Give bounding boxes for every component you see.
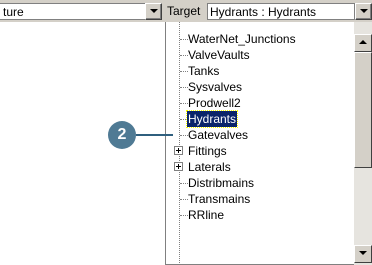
arrow-down-icon [359, 251, 367, 255]
tree-item[interactable]: RRline [166, 207, 351, 223]
scroll-thumb[interactable] [354, 52, 372, 168]
tree-item[interactable]: Laterals [166, 159, 351, 175]
tree-item-label: WaterNet_Junctions [188, 32, 296, 46]
tree-item-label: Fittings [188, 144, 227, 158]
target-dropdown-list[interactable]: WaterNet_Junctions ValveVaults Tanks Sysval… [165, 22, 372, 265]
tree-item-label: Distribmains [188, 176, 255, 190]
callout-pointer-line [136, 134, 173, 136]
plus-box-icon[interactable] [174, 162, 183, 171]
plus-box-icon[interactable] [174, 146, 183, 155]
target-combo-dropdown-button[interactable] [355, 3, 372, 20]
target-combo-value: Hydrants : Hydrants [210, 5, 317, 19]
tree-item[interactable]: Distribmains [166, 175, 351, 191]
chevron-down-icon [150, 9, 158, 13]
callout-number-badge: 2 [108, 121, 136, 149]
tree-item[interactable]: WaterNet_Junctions [166, 31, 351, 47]
tree-item-label: Tanks [188, 64, 220, 78]
target-label: Target [167, 4, 201, 18]
scroll-up-button[interactable] [354, 34, 372, 52]
tree-item-label: RRline [188, 208, 225, 222]
tree-item-label: Hydrants [185, 110, 239, 128]
tree-item[interactable]: Prodwell2 [166, 95, 351, 111]
tree-item-label: Sysvalves [188, 80, 243, 94]
layer-combo-dropdown-button[interactable] [145, 3, 162, 20]
tree-item[interactable]: Tanks [166, 63, 351, 79]
tree-item-label: Transmains [188, 192, 251, 206]
tree-item[interactable]: Sysvalves [166, 79, 351, 95]
target-combo[interactable]: Hydrants : Hydrants [207, 3, 355, 20]
tree-item-label: ValveVaults [188, 48, 250, 62]
layer-combo-value: ture [3, 5, 24, 19]
tree-item-label: Prodwell2 [188, 96, 241, 110]
vertical-scrollbar[interactable] [354, 22, 372, 265]
chevron-down-icon [360, 9, 368, 13]
tree-item[interactable]: Fittings [166, 143, 351, 159]
layer-combo[interactable]: ture [0, 3, 145, 20]
toolbar: ture Target Hydrants : Hydrants [0, 0, 372, 22]
tree-item-label: Laterals [188, 160, 231, 174]
scroll-down-button[interactable] [354, 245, 372, 263]
tree-item[interactable]: Transmains [166, 191, 351, 207]
arrow-up-icon [359, 40, 367, 44]
tree-item[interactable]: Hydrants [166, 110, 351, 128]
tree-item[interactable]: ValveVaults [166, 47, 351, 63]
tree-item-label: Gatevalves [188, 128, 249, 142]
tree-item[interactable]: Gatevalves [166, 127, 351, 143]
